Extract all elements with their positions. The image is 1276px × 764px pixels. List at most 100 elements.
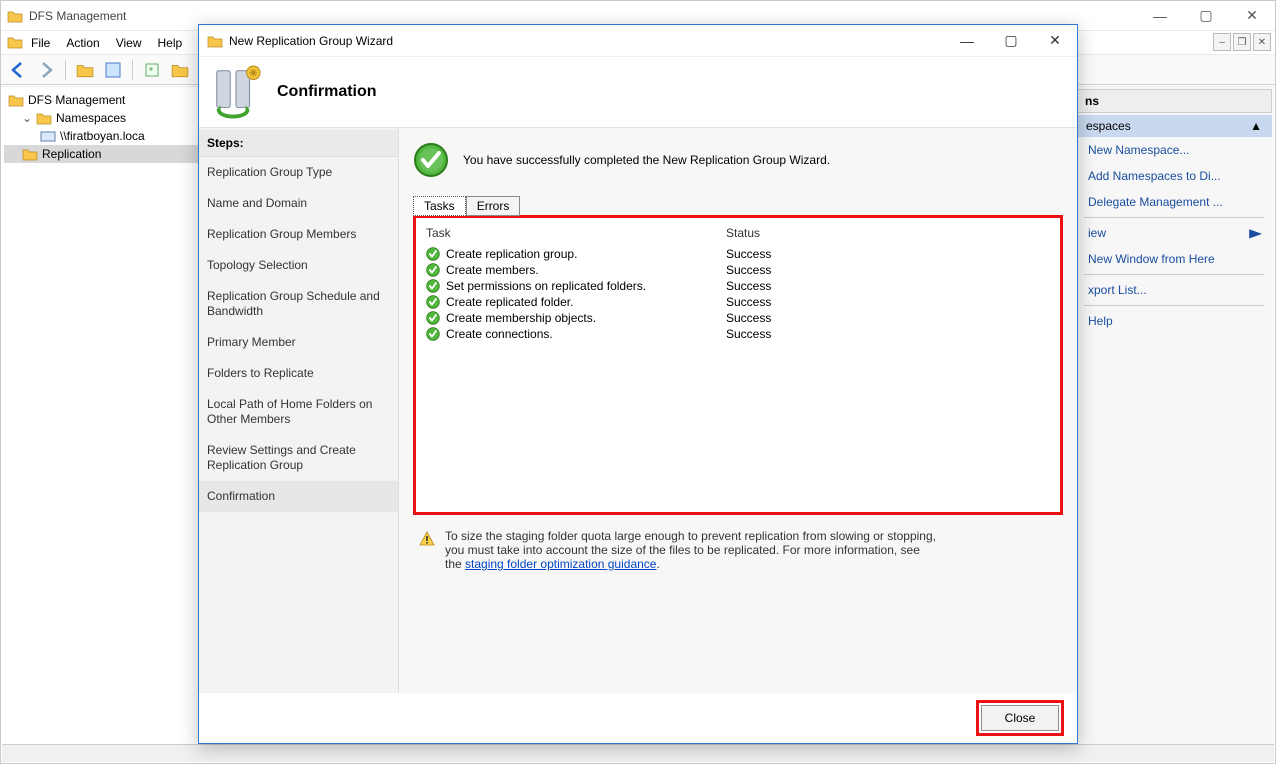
folder-icon — [8, 93, 24, 107]
tasks-panel: Task Status Create replication group. Suc… — [413, 215, 1063, 515]
success-message: You have successfully completed the New … — [463, 153, 830, 167]
maximize-button[interactable]: ▢ — [1183, 1, 1229, 30]
action-add-namespaces[interactable]: Add Namespaces to Di... — [1074, 163, 1274, 189]
task-success-icon — [426, 263, 440, 277]
tree-namespaces-label: Namespaces — [56, 111, 126, 125]
task-name: Create membership objects. — [446, 311, 596, 325]
close-button[interactable]: ✕ — [1229, 1, 1275, 30]
tree-namespaces[interactable]: ⌄ Namespaces — [4, 109, 199, 127]
tree-replication[interactable]: Replication — [4, 145, 199, 163]
actions-pane: ns espaces ▲ New Namespace... Add Namesp… — [1074, 87, 1274, 762]
dialog-titlebar: New Replication Group Wizard — ▢ ✕ — [199, 25, 1077, 57]
close-wizard-button[interactable]: Close — [981, 705, 1059, 731]
tree-root[interactable]: DFS Management — [4, 91, 199, 109]
toolbar-icon-1[interactable] — [74, 59, 96, 81]
action-view[interactable]: iew▶ — [1074, 220, 1274, 246]
menu-help[interactable]: Help — [158, 36, 183, 50]
actions-group-label: espaces — [1086, 119, 1131, 133]
action-delegate-management[interactable]: Delegate Management ... — [1074, 189, 1274, 215]
steps-label: Steps: — [199, 130, 398, 157]
tree-root-label: DFS Management — [28, 93, 125, 107]
success-check-icon — [413, 142, 449, 178]
parent-title: DFS Management — [29, 9, 126, 23]
wizard-step[interactable]: Review Settings and Create Replication G… — [199, 435, 398, 481]
menu-view[interactable]: View — [116, 36, 142, 50]
column-task: Task — [426, 226, 726, 240]
wizard-graphic-icon — [209, 65, 263, 119]
menu-app-icon — [7, 35, 23, 49]
wizard-step[interactable]: Local Path of Home Folders on Other Memb… — [199, 389, 398, 435]
tree-replication-label: Replication — [42, 147, 101, 161]
wizard-step[interactable]: Name and Domain — [199, 188, 398, 219]
action-new-namespace[interactable]: New Namespace... — [1074, 137, 1274, 163]
task-success-icon — [426, 311, 440, 325]
task-row: Create membership objects. Success — [426, 310, 1050, 326]
action-help[interactable]: Help — [1074, 308, 1274, 334]
task-success-icon — [426, 295, 440, 309]
replication-icon — [22, 147, 38, 161]
mdi-restore-button[interactable]: ❐ — [1233, 33, 1251, 51]
task-row: Create connections. Success — [426, 326, 1050, 342]
new-replication-group-wizard-dialog: New Replication Group Wizard — ▢ ✕ Confi… — [198, 24, 1078, 744]
tree-namespace-child[interactable]: \\firatboyan.loca — [4, 127, 199, 145]
actions-group-title[interactable]: espaces ▲ — [1076, 115, 1272, 137]
task-row: Create members. Success — [426, 262, 1050, 278]
wizard-step[interactable]: Replication Group Type — [199, 157, 398, 188]
nav-forward-button[interactable] — [35, 59, 57, 81]
task-row: Create replicated folder.Success — [426, 294, 1050, 310]
share-icon — [40, 129, 56, 143]
statusbar — [2, 744, 1274, 762]
namespaces-icon — [36, 111, 52, 125]
toolbar-icon-3[interactable] — [141, 59, 163, 81]
nav-back-button[interactable] — [7, 59, 29, 81]
dialog-icon — [207, 34, 223, 48]
dialog-heading: Confirmation — [277, 83, 377, 101]
wizard-step[interactable]: Replication Group Members — [199, 219, 398, 250]
task-name: Create replication group. — [446, 247, 577, 261]
wizard-step[interactable]: Primary Member — [199, 327, 398, 358]
app-icon — [7, 9, 23, 23]
task-status: Success — [726, 279, 1050, 293]
wizard-step[interactable]: Folders to Replicate — [199, 358, 398, 389]
action-export-list[interactable]: xport List... — [1074, 277, 1274, 303]
task-name: Create connections. — [446, 327, 553, 341]
toolbar-icon-4[interactable] — [169, 59, 191, 81]
menu-file[interactable]: File — [31, 36, 50, 50]
task-success-icon — [426, 247, 440, 261]
task-name: Create replicated folder. — [446, 295, 573, 309]
wizard-content-pane: You have successfully completed the New … — [399, 128, 1077, 693]
wizard-step[interactable]: Confirmation — [199, 481, 398, 512]
warning-icon — [419, 531, 435, 547]
menu-action[interactable]: Action — [66, 36, 99, 50]
task-status: Success — [726, 327, 1050, 341]
dialog-footer: Close — [199, 693, 1077, 743]
task-name: Set permissions on replicated folders. — [446, 279, 646, 293]
task-row: Set permissions on replicated folders. Su… — [426, 278, 1050, 294]
mdi-close-button[interactable]: ✕ — [1253, 33, 1271, 51]
wizard-step[interactable]: Topology Selection — [199, 250, 398, 281]
task-name: Create members. — [446, 263, 539, 277]
dialog-close-button[interactable]: ✕ — [1033, 25, 1077, 56]
task-status: Success — [726, 311, 1050, 325]
minimize-button[interactable]: — — [1137, 1, 1183, 30]
tree-namespace-child-label: \\firatboyan.loca — [60, 129, 145, 143]
tab-tasks[interactable]: Tasks — [413, 196, 466, 216]
mdi-minimize-button[interactable]: – — [1213, 33, 1231, 51]
staging-guidance-link[interactable]: staging folder optimization guidance — [465, 557, 656, 571]
chevron-right-icon: ▶ — [1249, 226, 1262, 240]
dialog-maximize-button[interactable]: ▢ — [989, 25, 1033, 56]
task-row: Create replication group. Success — [426, 246, 1050, 262]
dialog-header: Confirmation — [199, 57, 1077, 127]
wizard-step[interactable]: Replication Group Schedule and Bandwidth — [199, 281, 398, 327]
tab-errors[interactable]: Errors — [466, 196, 521, 216]
task-status: Success — [726, 263, 1050, 277]
column-status: Status — [726, 226, 1050, 240]
toolbar-icon-2[interactable] — [102, 59, 124, 81]
dialog-title: New Replication Group Wizard — [229, 34, 393, 48]
staging-info: To size the staging folder quota large e… — [413, 515, 943, 571]
dialog-minimize-button[interactable]: — — [945, 25, 989, 56]
task-status: Success — [726, 247, 1050, 261]
tree-pane: DFS Management ⌄ Namespaces \\firatboyan… — [2, 87, 202, 762]
info-period: . — [656, 557, 659, 571]
action-new-window[interactable]: New Window from Here — [1074, 246, 1274, 272]
